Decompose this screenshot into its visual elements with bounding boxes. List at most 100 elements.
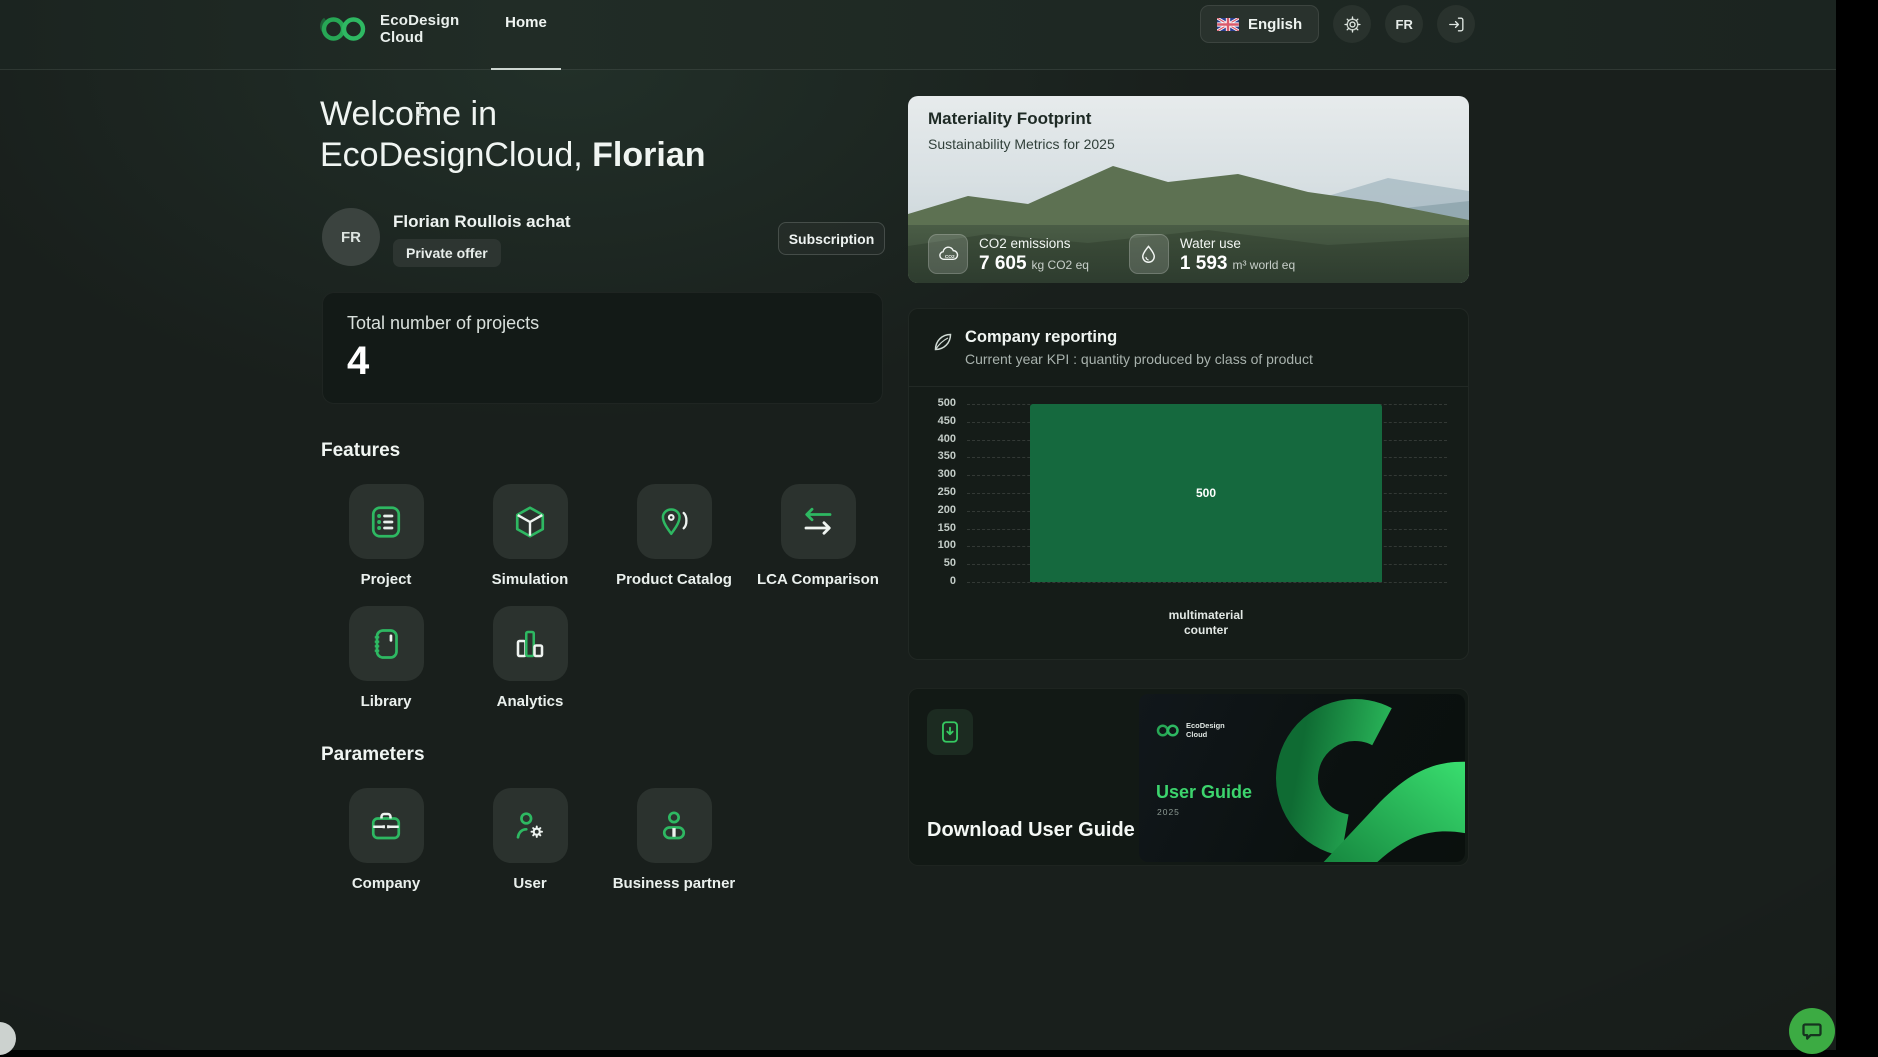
gridline-0 [967,582,1447,583]
total-projects-card: Total number of projects 4 [322,292,883,404]
language-label: English [1248,15,1303,33]
chat-widget-button[interactable] [1789,1008,1835,1054]
user-guide-cover: EcoDesign Cloud User Guide 2025 [1139,694,1465,862]
header-actions: English FR [1200,5,1476,43]
profile-initials: FR [1395,16,1413,32]
y-tick-150: 150 [937,521,956,534]
feature-product-catalog[interactable]: Product Catalog [602,484,746,588]
feature-product-catalog-label: Product Catalog [616,571,732,588]
stat-water-use-value: 1 593 [1179,252,1228,274]
parameter-user[interactable]: User [458,788,602,892]
y-tick-100: 100 [937,539,956,552]
gear-icon [1344,15,1361,33]
co2-cloud-icon: CO2 [938,245,958,260]
y-tick-450: 450 [937,414,956,427]
feature-analytics-tile[interactable] [492,606,568,681]
materiality-subtitle: Sustainability Metrics for 2025 [928,136,1115,152]
feature-simulation-tile[interactable] [492,484,568,559]
feature-library[interactable]: Library [314,606,458,710]
download-user-guide-label: Download User Guide [927,819,1135,841]
feature-simulation-label: Simulation [491,571,569,588]
y-tick-0: 0 [949,575,956,587]
parameter-business-partner[interactable]: Business partner [602,788,746,892]
stat-water-use-icon-tile [1128,234,1169,274]
download-user-guide-card[interactable]: Download User Guide EcoDesign Cloud User… [908,688,1469,866]
welcome-user-name: Florian [592,136,706,174]
project-list-icon [371,505,401,538]
stat-co2-emissions-text: CO2 emissions 7 605 kg CO2 eq [979,235,1089,274]
language-button[interactable]: English [1200,5,1320,43]
feature-product-catalog-tile[interactable] [636,484,712,559]
parameter-user-tile[interactable] [492,788,568,863]
feature-lca-comparison-label: LCA Comparison [757,571,879,588]
logout-icon [1448,16,1464,32]
feature-project[interactable]: Project [314,484,458,588]
offer-badge: Private offer [393,239,501,267]
feature-library-label: Library [360,693,412,710]
subscription-button[interactable]: Subscription [778,222,885,255]
logout-button[interactable] [1437,5,1476,43]
stat-water-use-value-row: 1 593 m³ world eq [1180,253,1295,274]
parameters-grid: Company User Business partner [314,788,746,892]
stat-co2-emissions-unit: kg CO2 eq [1031,257,1089,272]
download-icon-tile [927,709,973,755]
stat-co2-emissions-value-row: 7 605 kg CO2 eq [979,253,1089,274]
feature-library-tile[interactable] [348,606,424,681]
stat-co2-emissions-label: CO2 emissions [979,235,1071,251]
feature-analytics[interactable]: Analytics [458,606,602,710]
y-tick-200: 200 [937,503,956,516]
cover-brand-logo: EcoDesign Cloud [1155,721,1225,739]
features-heading: Features [321,440,401,461]
welcome-title: Welcome in EcoDesignCloud, Florian [320,95,706,174]
product-catalog-tag-icon [661,507,688,535]
brand-logo[interactable]: EcoDesign Cloud [318,11,459,47]
stat-water-use: Water use 1 593 m³ world eq [1128,234,1295,274]
y-tick-250: 250 [937,486,956,498]
feature-lca-comparison-tile[interactable] [780,484,856,559]
screen-edge-bottom [0,1050,1878,1057]
parameters-heading: Parameters [321,744,425,765]
parameter-company[interactable]: Company [314,788,458,892]
profile-initials-button[interactable]: FR [1385,5,1424,43]
text-cursor [416,102,424,116]
settings-button[interactable] [1333,5,1372,43]
bar-chart: 0 50 100 150 200 250 300 350 400 450 500 500 multima… [909,309,1468,659]
total-projects-count: 4 [347,339,370,383]
infinity-logo-icon-small [1156,724,1179,737]
green-swoosh-graphic [1276,699,1465,862]
company-briefcase-icon [371,812,401,839]
bar-multimaterial-counter: 500 [1030,404,1382,582]
company-reporting-card: Company reporting Current year KPI : qua… [908,308,1469,660]
ecodesign-cloud-app: EcoDesign Cloud Home English FR Welcome … [0,0,1878,1057]
features-grid: Project Simulation Product Catalog LCA Comp… [314,484,890,710]
y-tick-50: 50 [943,557,956,570]
feature-analytics-label: Analytics [496,693,564,710]
svg-text:CO2: CO2 [944,253,954,259]
parameter-user-label: User [513,875,547,892]
avatar: FR [322,208,380,266]
download-file-icon [942,721,958,743]
y-tick-500: 500 [937,397,956,409]
cover-year: 2025 [1157,807,1180,817]
business-partner-icon [662,810,686,839]
feature-simulation[interactable]: Simulation [458,484,602,588]
y-tick-400: 400 [937,432,956,445]
analytics-bars-icon [516,630,544,657]
bar-value-label: 500 [1195,486,1217,500]
x-axis-label: multimaterial counter [1168,608,1244,637]
feature-project-tile[interactable] [348,484,424,559]
tab-home[interactable]: Home [487,0,565,70]
cover-title: User Guide [1156,782,1253,802]
parameter-company-label: Company [351,875,421,892]
parameter-business-partner-tile[interactable] [636,788,712,863]
y-tick-350: 350 [937,450,956,463]
stat-water-use-label: Water use [1179,235,1241,251]
materiality-stats-bar: CO2 CO2 emissions 7 605 kg CO2 eq Water use 1… [908,225,1469,283]
materiality-footprint-card: Materiality Footprint Sustainability Met… [908,96,1469,283]
parameter-company-tile[interactable] [348,788,424,863]
stat-water-use-text: Water use 1 593 m³ world eq [1180,235,1295,274]
parameter-business-partner-label: Business partner [612,875,736,892]
water-drop-icon [1142,244,1156,263]
feature-lca-comparison[interactable]: LCA Comparison [746,484,890,588]
stat-co2-emissions-icon-tile: CO2 [928,234,968,274]
